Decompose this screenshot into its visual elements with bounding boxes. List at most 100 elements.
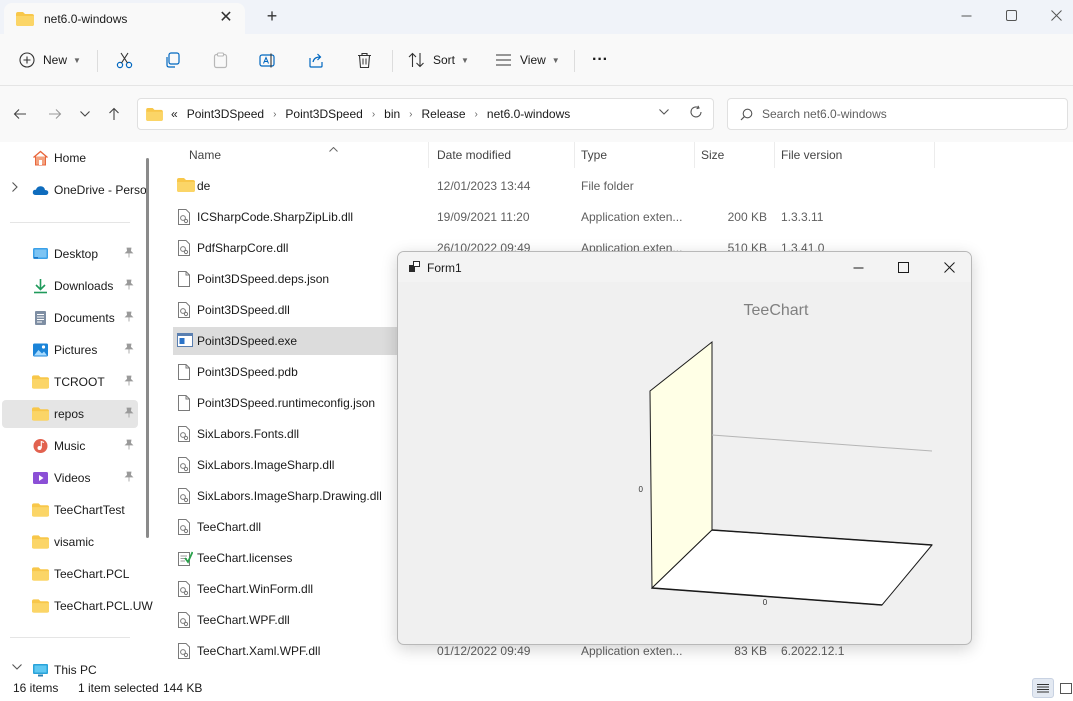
sidebar-item-teechart-pcl-uw[interactable]: TeeChart.PCL.UW	[2, 592, 153, 620]
chevron-right-icon[interactable]: ›	[372, 109, 375, 120]
sidebar-item-this-pc[interactable]: This PC	[2, 656, 138, 677]
sidebar-item-onedrive[interactable]: OneDrive - Perso	[2, 176, 147, 204]
address-bar[interactable]: « Point3DSpeed › Point3DSpeed › bin › Re…	[137, 98, 714, 130]
recent-locations-button[interactable]	[75, 104, 95, 124]
chevron-right-icon[interactable]: ›	[409, 109, 412, 120]
sidebar-item-desktop[interactable]: Desktop	[2, 240, 138, 268]
name-cell[interactable]: Point3DSpeed.deps.json	[173, 265, 413, 293]
name-cell[interactable]: Point3DSpeed.exe	[173, 327, 413, 355]
new-button[interactable]: New ▼	[19, 46, 81, 74]
back-button[interactable]	[10, 104, 30, 124]
name-cell[interactable]: SixLabors.ImageSharp.Drawing.dll	[173, 482, 413, 510]
breadcrumb-item[interactable]: Release	[422, 107, 466, 121]
address-dropdown-icon[interactable]	[659, 107, 669, 118]
teechart-control[interactable]: TeeChart 0 0	[398, 282, 971, 644]
search-box[interactable]	[727, 98, 1068, 130]
refresh-icon[interactable]	[689, 105, 703, 123]
table-row[interactable]: ICSharpCode.SharpZipLib.dll 19/09/2021 11…	[173, 203, 1073, 231]
tab-net6-windows[interactable]: net6.0-windows ✕	[4, 3, 245, 34]
name-cell[interactable]: SixLabors.Fonts.dll	[173, 420, 413, 448]
table-row[interactable]: de 12/01/2023 13:44 File folder	[173, 172, 1073, 200]
paste-button[interactable]	[212, 46, 229, 74]
pin-icon[interactable]	[124, 471, 134, 485]
pin-icon[interactable]	[124, 439, 134, 453]
name-cell[interactable]: PdfSharpCore.dll	[173, 234, 413, 262]
item-count: 16 items	[13, 681, 59, 695]
sidebar-item-videos[interactable]: Videos	[2, 464, 138, 492]
name-cell[interactable]: TeeChart.licenses	[173, 544, 413, 572]
sidebar-item-pictures[interactable]: Pictures	[2, 336, 138, 364]
folder-icon	[32, 375, 49, 389]
name-cell[interactable]: TeeChart.Xaml.WPF.dll	[173, 637, 413, 665]
rename-button[interactable]	[259, 46, 277, 74]
form1-maximize-button[interactable]	[880, 252, 926, 282]
chevron-right-icon[interactable]: ›	[475, 109, 478, 120]
copy-icon	[166, 51, 180, 68]
tab-close-icon[interactable]: ✕	[217, 9, 235, 27]
column-header-size[interactable]: Size	[695, 142, 775, 168]
column-header-type[interactable]: Type	[575, 142, 695, 168]
sidebar-scrollbar[interactable]	[146, 158, 149, 538]
form1-close-button[interactable]	[926, 252, 971, 282]
name-cell[interactable]: de	[173, 172, 413, 200]
up-button[interactable]	[104, 104, 124, 124]
view-button[interactable]: View ▼	[495, 46, 560, 74]
pin-icon[interactable]	[124, 311, 134, 325]
forward-button[interactable]	[45, 104, 65, 124]
column-header-date[interactable]: Date modified	[431, 142, 575, 168]
name-cell[interactable]: Point3DSpeed.pdb	[173, 358, 413, 386]
sidebar-item-documents[interactable]: Documents	[2, 304, 138, 332]
sidebar-item-teecharttest[interactable]: TeeChartTest	[2, 496, 138, 524]
cut-button[interactable]	[116, 46, 133, 74]
sidebar-item-tcroot[interactable]: TCROOT	[2, 368, 138, 396]
name-cell[interactable]: SixLabors.ImageSharp.dll	[173, 451, 413, 479]
pin-icon[interactable]	[124, 343, 134, 357]
breadcrumb-item[interactable]: Point3DSpeed	[285, 107, 362, 121]
sidebar-item-home[interactable]: Home	[2, 144, 138, 172]
form1-window[interactable]: Form1 TeeChart 0 0	[397, 251, 972, 645]
breadcrumb-item[interactable]: Point3DSpeed	[187, 107, 264, 121]
sidebar-item-visamic[interactable]: visamic	[2, 528, 138, 556]
name-cell[interactable]: TeeChart.WPF.dll	[173, 606, 413, 634]
tiles-view-button[interactable]	[1055, 678, 1073, 698]
column-header-name[interactable]: Name	[183, 142, 429, 168]
form1-title-bar[interactable]: Form1	[398, 252, 971, 282]
sidebar-item-repos[interactable]: repos	[2, 400, 138, 428]
maximize-button[interactable]	[988, 0, 1034, 30]
more-options-button[interactable]: ···	[592, 46, 608, 74]
name-cell[interactable]: Point3DSpeed.runtimeconfig.json	[173, 389, 413, 417]
chevron-right-icon[interactable]	[12, 182, 18, 195]
sidebar-item-downloads[interactable]: Downloads	[2, 272, 138, 300]
delete-button[interactable]	[356, 46, 373, 74]
name-cell[interactable]: TeeChart.WinForm.dll	[173, 575, 413, 603]
breadcrumb-item[interactable]: bin	[384, 107, 400, 121]
pin-icon[interactable]	[124, 247, 134, 261]
sidebar-item-teechart-pcl[interactable]: TeeChart.PCL	[2, 560, 138, 588]
pin-icon[interactable]	[124, 279, 134, 293]
form1-minimize-button[interactable]	[835, 252, 881, 282]
pin-icon[interactable]	[124, 407, 134, 421]
breadcrumb-item[interactable]: net6.0-windows	[487, 107, 570, 121]
download-icon	[34, 279, 47, 294]
new-tab-button[interactable]: +	[262, 6, 282, 26]
close-window-button[interactable]	[1033, 0, 1073, 30]
breadcrumb-overflow[interactable]: «	[171, 107, 178, 121]
sidebar-item-music[interactable]: Music	[2, 432, 138, 460]
pin-icon[interactable]	[124, 375, 134, 389]
minimize-button[interactable]	[943, 0, 989, 30]
chevron-down-icon[interactable]	[12, 662, 22, 673]
folder-icon	[32, 407, 49, 421]
name-cell[interactable]: Point3DSpeed.dll	[173, 296, 413, 324]
copy-button[interactable]	[164, 46, 181, 74]
name-cell[interactable]: ICSharpCode.SharpZipLib.dll	[173, 203, 413, 231]
column-header-version[interactable]: File version	[775, 142, 935, 168]
search-input[interactable]	[762, 105, 1052, 123]
name-cell[interactable]: TeeChart.dll	[173, 513, 413, 541]
details-view-button[interactable]	[1032, 678, 1054, 698]
chevron-right-icon[interactable]: ›	[273, 109, 276, 120]
close-icon	[943, 261, 955, 273]
arrow-right-icon	[49, 109, 62, 119]
share-button[interactable]	[308, 46, 325, 74]
sort-button[interactable]: Sort ▼	[408, 46, 469, 74]
navigation-pane: Home OneDrive - Perso Desktop Downloads	[0, 142, 155, 677]
